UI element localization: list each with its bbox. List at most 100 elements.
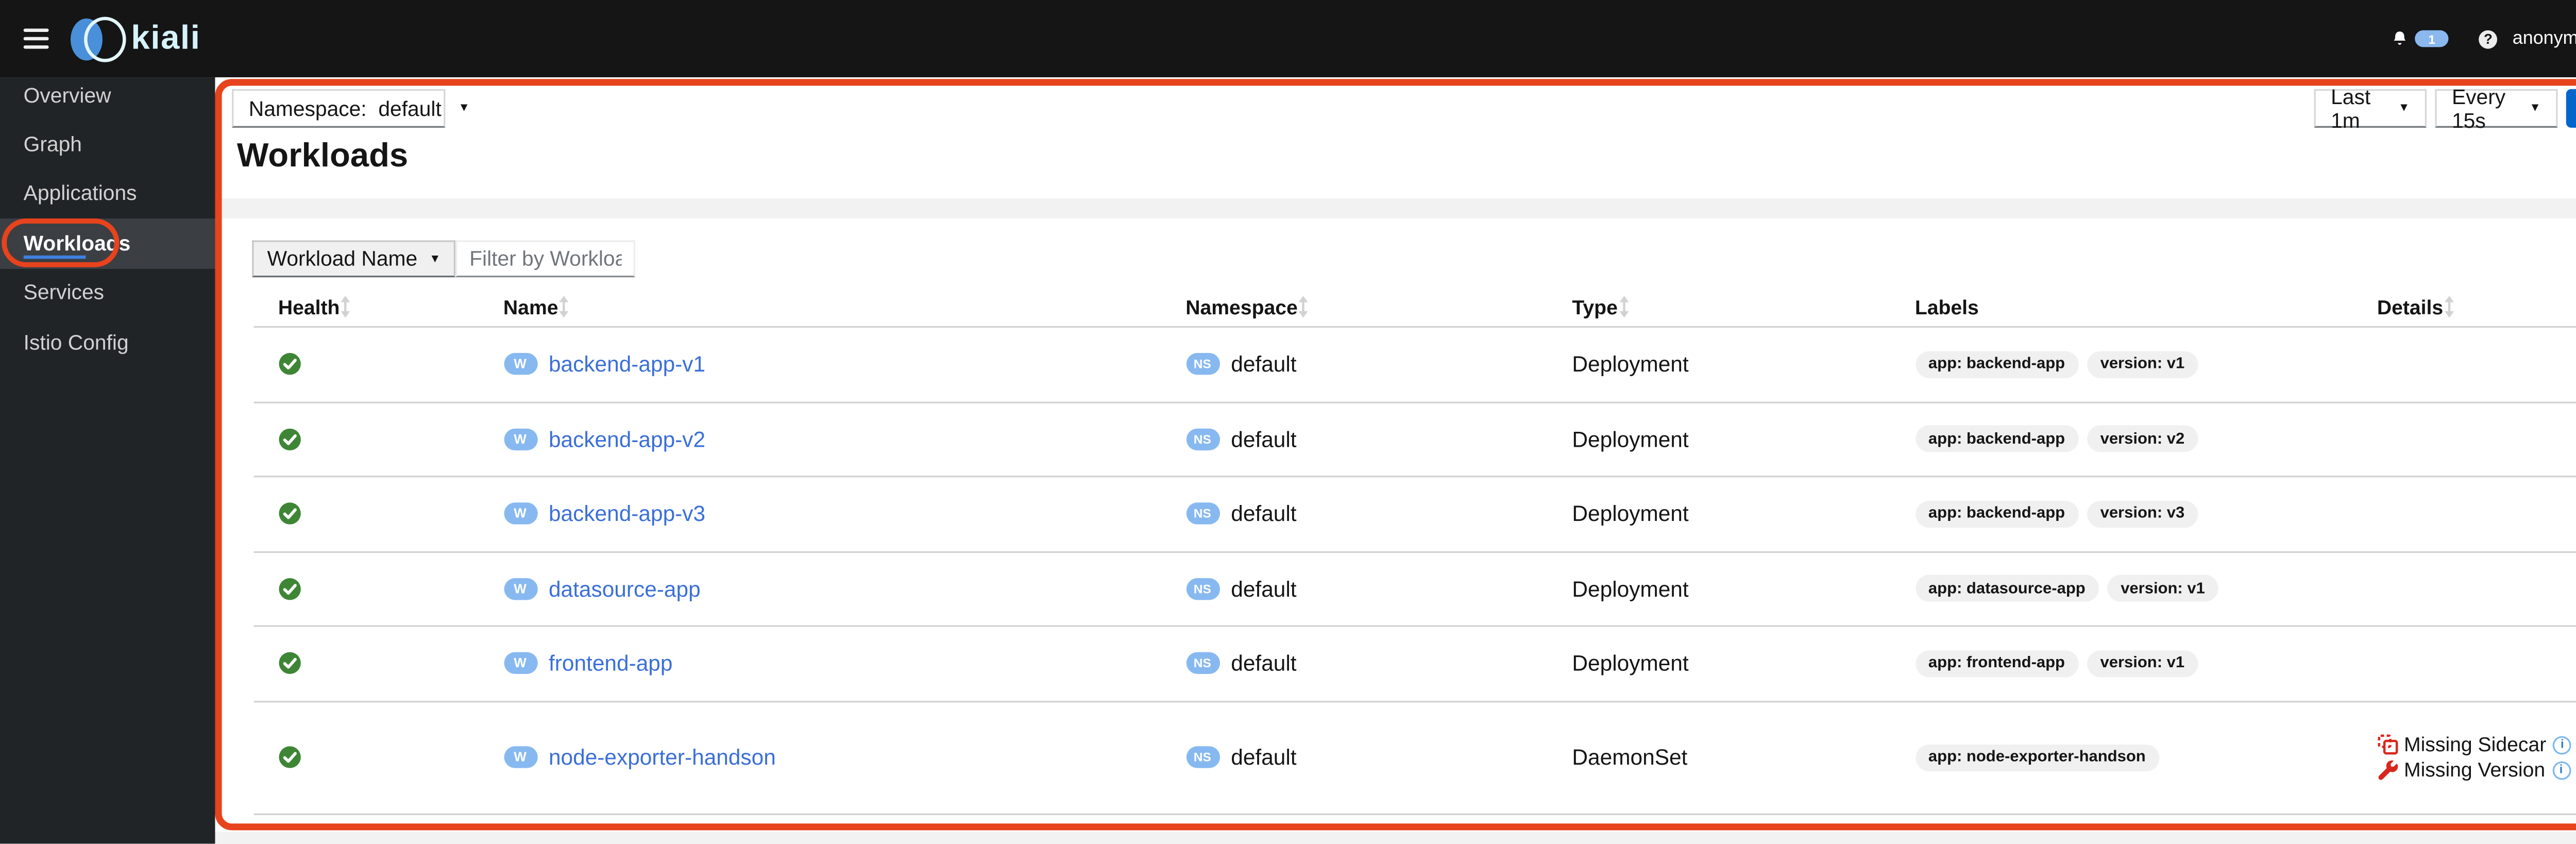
column-header-health[interactable]: Health <box>278 295 503 318</box>
namespace-select[interactable]: Namespace: default ▼ <box>232 89 470 128</box>
labels-cell: app: datasource-app version: v1 <box>1914 575 2377 602</box>
namespace-cell: NS default <box>1185 427 1572 452</box>
chevron-down-icon: ▼ <box>2398 102 2410 114</box>
kiali-logo-icon <box>70 15 126 62</box>
info-icon[interactable]: i <box>2552 761 2571 780</box>
health-cell <box>278 652 503 674</box>
sort-icon <box>559 296 569 318</box>
column-header-type[interactable]: Type <box>1572 295 1914 318</box>
sidebar-item-applications[interactable]: Applications <box>0 170 215 219</box>
page-header: Namespace: default ▼ Last 1m ▼ Every 15s… <box>215 77 2576 198</box>
label-pill: app: backend-app <box>1914 500 2079 528</box>
workload-type: DaemonSet <box>1572 745 1688 770</box>
namespace-cell: NS default <box>1185 651 1572 676</box>
namespace-value: default <box>1231 426 1297 452</box>
health-cell <box>278 428 503 450</box>
workload-link[interactable]: backend-app-v3 <box>549 501 705 527</box>
notification-count-badge: 1 <box>2415 29 2449 48</box>
missing-sidecar-icon <box>2377 735 2397 755</box>
sidebar-item-workloads[interactable]: Workloads <box>0 218 215 268</box>
sidebar-item-istio-config[interactable]: Istio Config <box>0 317 215 367</box>
refresh-button[interactable] <box>2566 89 2576 128</box>
label-pill: app: backend-app <box>1914 426 2079 453</box>
namespace-cell: NS default <box>1185 576 1572 601</box>
page-title: Workloads <box>236 138 409 175</box>
workload-type: Deployment <box>1572 426 1689 452</box>
labels-cell: app: backend-app version: v3 <box>1914 500 2377 528</box>
type-cell: Deployment <box>1572 501 1914 527</box>
label-pill: version: v1 <box>2087 350 2198 378</box>
user-menu[interactable]: anonymous <box>2513 28 2576 48</box>
sidebar-item-overview[interactable]: Overview <box>0 71 215 120</box>
workload-badge: W <box>503 503 537 525</box>
namespace-value: default <box>1231 745 1297 770</box>
column-header-details[interactable]: Details <box>2377 295 2576 318</box>
table-header-row: Health Name Namespace Type Labels Details <box>252 288 2576 328</box>
chevron-down-icon: ▼ <box>2529 102 2541 114</box>
label-pill: app: datasource-app <box>1914 575 2099 602</box>
workloads-card: Workload Name ▼ HealthNameNamespaceTypeL… <box>215 218 2576 832</box>
duration-select[interactable]: Last 1m ▼ <box>2314 85 2427 132</box>
name-cell: W datasource-app <box>503 576 1185 601</box>
namespace-value: default <box>378 96 442 121</box>
filter-type-dropdown[interactable]: Workload Name ▼ <box>252 240 456 278</box>
labels-cell: app: node-exporter-handson <box>1914 744 2377 771</box>
namespace-value: default <box>1231 651 1297 677</box>
workload-link[interactable]: node-exporter-handson <box>549 745 776 770</box>
masthead: kiali 1 ? anonymous <box>0 0 2576 78</box>
workload-link[interactable]: datasource-app <box>549 576 701 601</box>
sidebar-item-services[interactable]: Services <box>0 268 215 317</box>
caret-down-icon: ▼ <box>429 252 441 265</box>
workloads-table: Health Name Namespace Type Labels Details W b… <box>252 288 2576 815</box>
column-header-labels: Labels <box>1914 295 1979 319</box>
detail-missing-sidecar: Missing Sidecar i <box>2377 733 2576 757</box>
workload-badge: W <box>503 747 537 769</box>
missing-version-icon <box>2377 761 2397 781</box>
notifications-button[interactable]: 1 <box>2392 28 2449 48</box>
name-cell: W backend-app-v1 <box>503 352 1185 377</box>
label-pill: version: v1 <box>2107 575 2218 602</box>
filter-input[interactable] <box>456 240 636 278</box>
table-row: W datasource-app NS default Deployment a… <box>252 552 2576 627</box>
workload-link[interactable]: backend-app-v1 <box>549 352 705 377</box>
sidebar-item-graph[interactable]: Graph <box>0 120 215 170</box>
sidebar: Overview Graph Applications Workloads Se… <box>0 77 215 844</box>
workload-link[interactable]: frontend-app <box>549 651 673 676</box>
health-ok-icon <box>278 503 300 525</box>
help-button[interactable]: ? <box>2479 29 2498 48</box>
namespace-badge: NS <box>1185 353 1219 376</box>
main-content: Namespace: default ▼ Last 1m ▼ Every 15s… <box>215 77 2576 844</box>
refresh-interval-select[interactable]: Every 15s ▼ <box>2435 85 2558 132</box>
nav-toggle-button[interactable] <box>23 28 49 49</box>
column-header-name[interactable]: Name <box>503 295 1185 318</box>
health-cell <box>278 747 503 769</box>
question-icon: ? <box>2483 30 2493 47</box>
health-cell <box>278 578 503 600</box>
namespace-value: default <box>1231 576 1297 601</box>
label-pill: version: v3 <box>2087 500 2198 528</box>
namespace-value: default <box>1231 501 1297 527</box>
info-icon[interactable]: i <box>2553 735 2572 754</box>
workload-badge: W <box>503 652 537 674</box>
namespace-badge: NS <box>1185 578 1219 600</box>
health-ok-icon <box>278 578 300 600</box>
kiali-logo: kiali <box>70 15 201 62</box>
namespace-badge: NS <box>1185 503 1219 525</box>
brand-name: kiali <box>131 19 201 57</box>
table-row: W frontend-app NS default Deployment app… <box>252 627 2576 702</box>
workload-type: Deployment <box>1572 576 1689 601</box>
sort-icon <box>2444 296 2454 318</box>
column-header-namespace[interactable]: Namespace <box>1185 295 1572 318</box>
namespace-badge: NS <box>1185 652 1219 674</box>
namespace-cell: NS default <box>1185 501 1572 527</box>
health-ok-icon <box>278 428 300 450</box>
namespace-badge: NS <box>1185 747 1219 769</box>
active-item-underline <box>23 255 86 259</box>
workload-link[interactable]: backend-app-v2 <box>549 427 705 452</box>
type-cell: DaemonSet <box>1572 745 1914 770</box>
filter-toolbar: Workload Name ▼ <box>252 240 2576 278</box>
name-cell: W backend-app-v2 <box>503 427 1185 452</box>
section-divider-band <box>215 197 2576 219</box>
health-cell <box>278 353 503 376</box>
labels-cell: app: backend-app version: v1 <box>1914 350 2377 378</box>
